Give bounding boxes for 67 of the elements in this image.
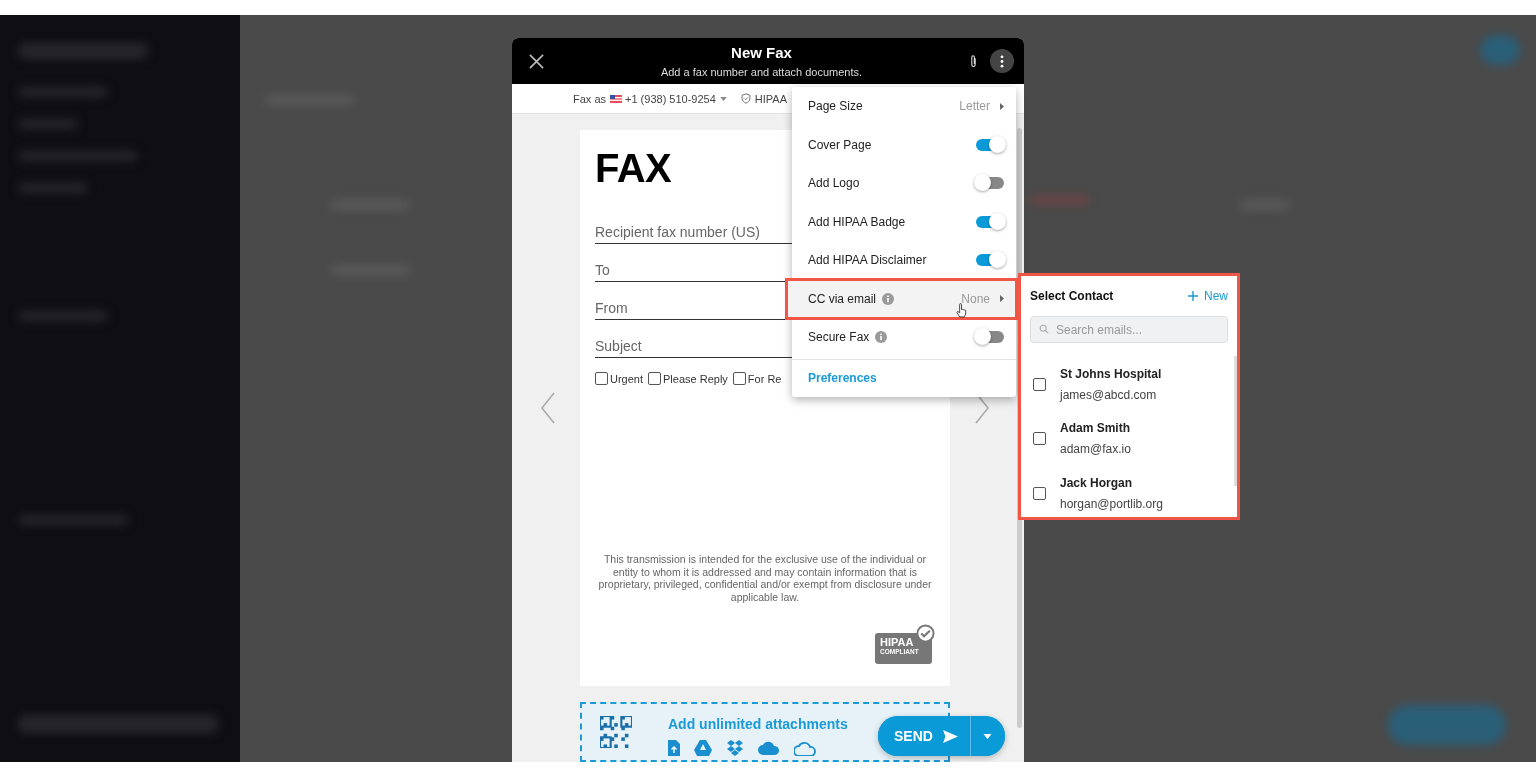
- menu-item-label: Add Logo: [808, 176, 860, 191]
- file-upload-icon[interactable]: [668, 740, 680, 756]
- menu-item[interactable]: CC via email None: [787, 279, 1016, 318]
- menu-item-label: Page Size: [808, 99, 863, 114]
- dialog-title: New Fax: [731, 44, 792, 62]
- checkbox-label: Urgent: [610, 372, 644, 385]
- menu-item-label: Cover Page: [808, 137, 872, 152]
- contact-name: Adam Smith: [1060, 421, 1131, 436]
- caret-right-icon: [1000, 102, 1004, 110]
- menu-item[interactable]: Add Logo: [792, 164, 1016, 203]
- menu-item[interactable]: Page Size Letter: [792, 87, 1016, 126]
- box-cloud-icon[interactable]: [794, 740, 816, 756]
- info-icon[interactable]: [875, 331, 888, 344]
- chevron-left-icon[interactable]: [540, 392, 556, 424]
- checkbox[interactable]: [732, 372, 746, 385]
- dropbox-icon[interactable]: [726, 740, 744, 756]
- checkbox[interactable]: [1033, 486, 1046, 500]
- toggle-switch[interactable]: [976, 331, 1004, 344]
- pointer-cursor-icon: [956, 303, 967, 318]
- contact-name: St Johns Hospital: [1060, 366, 1162, 381]
- caret-right-icon: [1000, 295, 1004, 303]
- dialog-subtitle: Add a fax number and attach documents.: [660, 66, 863, 79]
- cloud-icon[interactable]: [758, 741, 780, 755]
- menu-item-label: Add HIPAA Badge: [808, 214, 906, 229]
- checkbox-label: For Re: [747, 372, 782, 385]
- menu-item-value: Letter: [959, 99, 990, 114]
- checkbox[interactable]: [1033, 432, 1046, 446]
- more-icon: [1000, 54, 1004, 68]
- toggle-switch[interactable]: [976, 215, 1004, 228]
- menu-item-label: Secure Fax: [808, 330, 870, 345]
- checkbox[interactable]: [595, 372, 608, 385]
- checkbox[interactable]: [1033, 377, 1046, 391]
- disclaimer-text: This transmission is intended for the exclusive use of the individual or entity to whom it is addressed and may contain information that is proprietary, privileged, confidential and/or exempt from disclosure under applicable law.: [597, 553, 933, 603]
- hipaa-label: HIPAA: [754, 92, 788, 105]
- plus-icon: [1188, 291, 1198, 301]
- menu-item-value: None: [961, 291, 990, 306]
- menu-item[interactable]: Cover Page: [792, 125, 1016, 164]
- close-icon[interactable]: [529, 53, 544, 69]
- menu-item-label: CC via email: [808, 291, 876, 306]
- fax-heading: FAX: [595, 148, 672, 188]
- qr-code-icon: [600, 716, 632, 748]
- toggle-switch[interactable]: [976, 177, 1004, 190]
- caret-down-icon: [983, 733, 993, 739]
- search-field[interactable]: Search emails...: [1030, 316, 1228, 343]
- shield-icon: [740, 93, 751, 105]
- fax-number-selector[interactable]: +1 (938) 510-9254: [625, 92, 716, 105]
- contact-name: Jack Horgan: [1060, 475, 1134, 490]
- more-options-button[interactable]: [990, 49, 1014, 74]
- caret-icon[interactable]: [719, 96, 727, 101]
- attachments-label: Add unlimited attachments: [668, 716, 848, 732]
- paperclip-icon[interactable]: [969, 53, 978, 69]
- contact-email: horgan@portlib.org: [1060, 496, 1163, 511]
- panel-title: Select Contact: [1030, 289, 1114, 303]
- send-icon: [942, 729, 958, 743]
- toggle-switch[interactable]: [976, 138, 1004, 151]
- checkbox-label: Please Reply: [663, 372, 728, 385]
- info-icon[interactable]: [882, 292, 894, 305]
- menu-item-label: Add HIPAA Disclaimer: [808, 253, 927, 268]
- search-icon: [1039, 324, 1049, 334]
- flag-icon: [610, 94, 622, 103]
- checkbox[interactable]: [648, 372, 662, 385]
- fax-as-label: Fax as: [573, 92, 606, 105]
- drive-icon[interactable]: [694, 740, 712, 756]
- toggle-switch[interactable]: [976, 254, 1004, 267]
- send-options-button[interactable]: [970, 716, 1005, 756]
- contact-email: adam@fax.io: [1060, 442, 1131, 457]
- contact-email: james@abcd.com: [1060, 387, 1158, 402]
